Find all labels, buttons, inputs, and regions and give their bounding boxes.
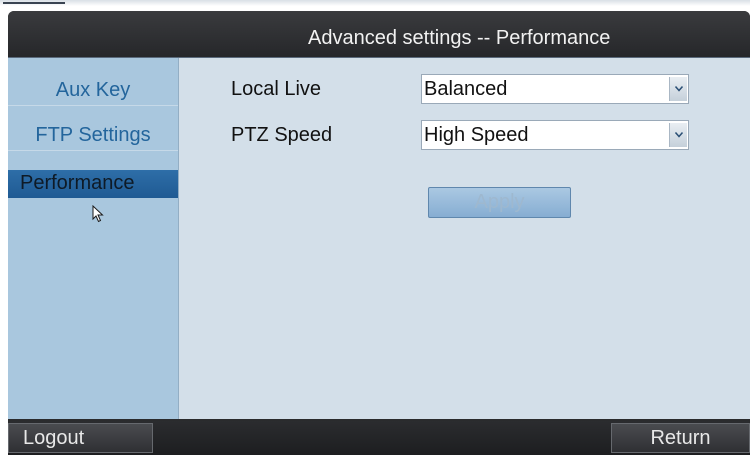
- logout-button[interactable]: Logout: [8, 423, 153, 453]
- top-edge-strip: [0, 0, 750, 6]
- sidebar-item-performance[interactable]: Performance: [8, 170, 178, 198]
- chevron-down-icon[interactable]: [669, 123, 687, 147]
- screen: Advanced settings -- Performance Aux Key…: [0, 0, 750, 455]
- local-live-label: Local Live: [231, 78, 322, 100]
- ptz-speed-value: High Speed: [424, 124, 529, 146]
- local-live-value: Balanced: [424, 78, 508, 100]
- window-title: Advanced settings -- Performance: [308, 27, 611, 49]
- mouse-pointer-icon: [92, 205, 104, 223]
- performance-panel: Local Live Balanced PTZ Speed High Speed…: [179, 58, 750, 419]
- ptz-speed-select[interactable]: High Speed: [421, 120, 689, 150]
- sidebar-item-aux-key[interactable]: Aux Key: [8, 75, 178, 106]
- ptz-speed-label: PTZ Speed: [231, 124, 333, 146]
- apply-button[interactable]: Apply: [428, 187, 571, 218]
- sidebar-item-ftp-settings[interactable]: FTP Settings: [8, 120, 178, 151]
- title-bar: Advanced settings -- Performance: [8, 11, 750, 58]
- top-edge-mark: [3, 2, 65, 4]
- bottom-bar: Logout Return: [8, 421, 750, 455]
- sidebar: Aux Key FTP Settings Performance: [8, 58, 179, 419]
- local-live-select[interactable]: Balanced: [421, 74, 689, 104]
- chevron-down-icon[interactable]: [669, 77, 687, 101]
- settings-window: Advanced settings -- Performance Aux Key…: [8, 11, 750, 421]
- return-button[interactable]: Return: [611, 423, 750, 453]
